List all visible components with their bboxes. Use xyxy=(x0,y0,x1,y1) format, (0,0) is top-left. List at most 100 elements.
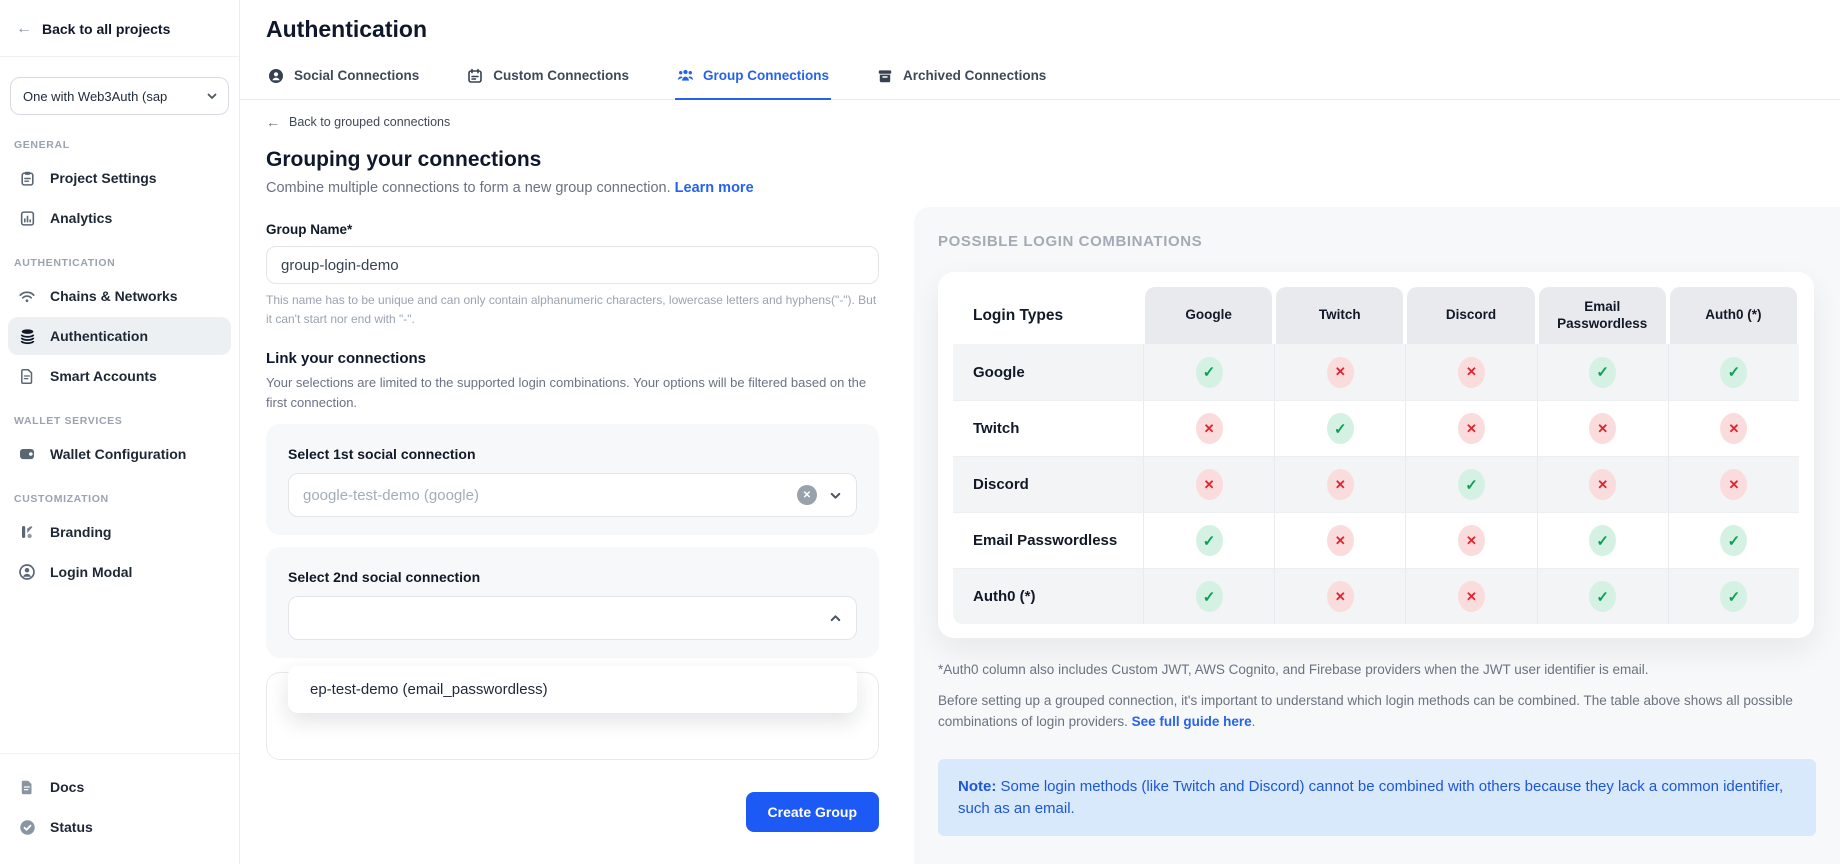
cross-icon: ✕ xyxy=(1589,469,1616,500)
chevron-down-icon xyxy=(206,90,218,102)
combination-cell: ✓ xyxy=(1537,569,1668,624)
check-icon: ✓ xyxy=(1589,525,1616,556)
select-second-connection-label: Select 2nd social connection xyxy=(288,569,857,585)
cross-icon: ✕ xyxy=(1458,357,1485,388)
archive-box-icon xyxy=(877,67,894,84)
cross-icon: ✕ xyxy=(1196,469,1223,500)
section-label-customization: CUSTOMIZATION xyxy=(0,475,239,511)
badge-icon xyxy=(467,67,484,84)
auth0-footnote: *Auth0 column also includes Custom JWT, … xyxy=(938,662,1816,677)
table-row-google: Google✓✕✕✓✓ xyxy=(953,344,1799,400)
back-to-projects-link[interactable]: ← Back to all projects xyxy=(0,0,239,57)
sidebar-item-label: Project Settings xyxy=(50,170,157,186)
cross-icon: ✕ xyxy=(1589,413,1616,444)
group-name-input[interactable] xyxy=(266,246,879,284)
guide-text-after: . xyxy=(1252,714,1256,729)
table-row-twitch: Twitch✕✓✕✕✕ xyxy=(953,400,1799,456)
check-icon: ✓ xyxy=(1196,357,1223,388)
cross-icon: ✕ xyxy=(1196,413,1223,444)
tab-archived-connections[interactable]: Archived Connections xyxy=(875,65,1048,100)
full-guide-link[interactable]: See full guide here xyxy=(1132,714,1252,729)
branding-icon xyxy=(18,523,36,541)
login-combinations-panel: POSSIBLE LOGIN COMBINATIONS Login Types … xyxy=(914,207,1840,864)
sidebar-item-docs[interactable]: Docs xyxy=(8,768,231,806)
document-icon xyxy=(18,778,36,796)
combination-cell: ✕ xyxy=(1537,401,1668,456)
combination-cell: ✕ xyxy=(1405,569,1536,624)
table-body: Google✓✕✕✓✓Twitch✕✓✕✕✕Discord✕✕✓✕✕Email … xyxy=(953,344,1799,624)
user-circle-icon xyxy=(18,563,36,581)
row-label: Google xyxy=(953,344,1143,400)
cross-icon: ✕ xyxy=(1327,581,1354,612)
subtitle-text: Combine multiple connections to form a n… xyxy=(266,180,675,196)
combination-cell: ✕ xyxy=(1668,457,1799,512)
clear-selection-icon[interactable]: ✕ xyxy=(797,485,817,505)
sidebar-item-project-settings[interactable]: Project Settings xyxy=(8,159,231,197)
combination-cell: ✕ xyxy=(1405,513,1536,568)
tab-custom-connections[interactable]: Custom Connections xyxy=(465,65,631,100)
combination-cell: ✓ xyxy=(1668,344,1799,400)
tab-social-connections[interactable]: Social Connections xyxy=(266,65,421,100)
connection-dropdown: ep-test-demo (email_passwordless) xyxy=(288,666,857,713)
cross-icon: ✕ xyxy=(1327,525,1354,556)
combination-cell: ✕ xyxy=(1405,344,1536,400)
app-window: ← Back to all projects One with Web3Auth… xyxy=(0,0,1840,864)
group-name-label: Group Name* xyxy=(266,222,880,237)
chevron-down-icon[interactable] xyxy=(829,489,842,502)
create-group-button[interactable]: Create Group xyxy=(746,792,879,832)
dropdown-option-ep-test-demo[interactable]: ep-test-demo (email_passwordless) xyxy=(288,666,857,713)
combination-cell: ✕ xyxy=(1537,457,1668,512)
project-selector[interactable]: One with Web3Auth (sap xyxy=(10,77,229,115)
second-connection-card: Select 2nd social connection ep-test-dem… xyxy=(266,547,879,658)
table-row-discord: Discord ✕ ✕ ✓ ✕ ✕ xyxy=(953,456,1799,512)
learn-more-link[interactable]: Learn more xyxy=(675,180,754,196)
cross-icon: ✕ xyxy=(1720,413,1747,444)
sidebar-item-status[interactable]: Status xyxy=(8,808,231,846)
row-label: Twitch xyxy=(953,401,1143,456)
back-to-grouped-connections-link[interactable]: ← Back to grouped connections xyxy=(266,114,880,130)
sidebar-item-smart-accounts[interactable]: Smart Accounts xyxy=(8,357,231,395)
table-row-email-passwordless: Email Passwordless✓✕✕✓✓ xyxy=(953,512,1799,568)
row-label: Discord xyxy=(953,457,1143,512)
check-icon: ✓ xyxy=(1196,581,1223,612)
combination-cell: ✕ xyxy=(1274,457,1405,512)
sidebar-item-label: Branding xyxy=(50,524,111,540)
clipboard-icon xyxy=(18,169,36,187)
combination-cell: ✓ xyxy=(1668,513,1799,568)
combination-cell: ✕ xyxy=(1274,569,1405,624)
guide-text: Before setting up a grouped connection, … xyxy=(938,691,1816,733)
wifi-icon xyxy=(18,287,36,305)
back-to-projects-label: Back to all projects xyxy=(42,21,170,37)
sidebar-item-label: Smart Accounts xyxy=(50,368,157,384)
combination-cell: ✕ xyxy=(1274,513,1405,568)
table-corner-header: Login Types xyxy=(953,287,1143,344)
group-name-helper: This name has to be unique and can only … xyxy=(266,291,879,328)
sidebar-item-chains-networks[interactable]: Chains & Networks xyxy=(8,277,231,315)
section-label-wallet-services: WALLET SERVICES xyxy=(0,397,239,433)
section-label-authentication: AUTHENTICATION xyxy=(0,239,239,275)
sidebar-item-label: Docs xyxy=(50,779,84,795)
combination-cell: ✓ xyxy=(1143,569,1274,624)
cross-icon: ✕ xyxy=(1327,469,1354,500)
combination-cell: ✓ xyxy=(1405,457,1536,512)
section-label-general: GENERAL xyxy=(0,121,239,157)
guide-text-before: Before setting up a grouped connection, … xyxy=(938,693,1793,729)
first-connection-select[interactable]: google-test-demo (google) ✕ xyxy=(288,473,857,517)
sidebar-item-wallet-configuration[interactable]: Wallet Configuration xyxy=(8,435,231,473)
panel-title: POSSIBLE LOGIN COMBINATIONS xyxy=(938,233,1816,250)
sidebar-item-analytics[interactable]: Chains & Networks Analytics xyxy=(8,199,231,237)
tab-bar: Social Connections Custom Connections Gr… xyxy=(240,65,1840,100)
sidebar-item-login-modal[interactable]: Login Modal xyxy=(8,553,231,591)
table-header-row: Login Types Google Twitch Discord Email … xyxy=(953,287,1799,344)
second-connection-select[interactable] xyxy=(288,596,857,640)
chevron-up-icon[interactable] xyxy=(829,612,842,625)
combination-cell: ✓ xyxy=(1143,513,1274,568)
tab-label: Group Connections xyxy=(703,68,829,83)
table-row-auth0-: Auth0 (*)✓✕✕✓✓ xyxy=(953,568,1799,624)
column-header-discord: Discord xyxy=(1407,287,1534,344)
sidebar-item-authentication[interactable]: Authentication xyxy=(8,317,231,355)
sidebar-item-branding[interactable]: Branding xyxy=(8,513,231,551)
check-icon: ✓ xyxy=(1720,525,1747,556)
tab-group-connections[interactable]: Group Connections xyxy=(675,65,831,100)
combination-cell: ✓ xyxy=(1537,513,1668,568)
